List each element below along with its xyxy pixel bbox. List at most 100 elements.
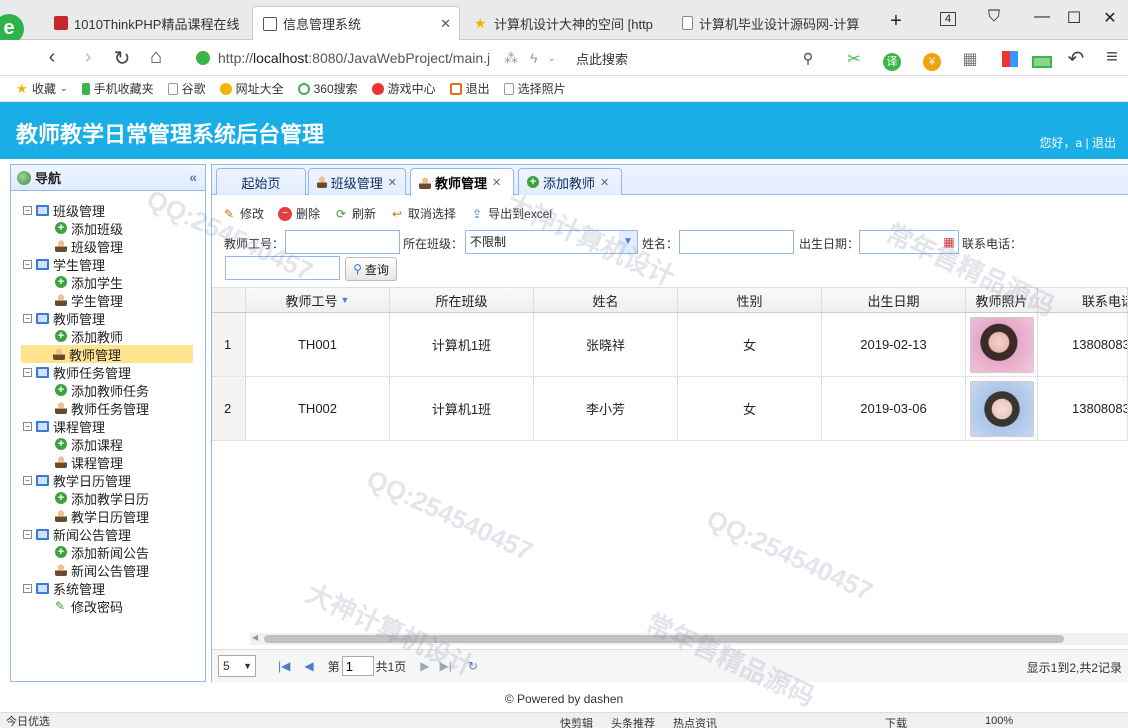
- status-item[interactable]: 下载: [885, 715, 907, 728]
- nav-item[interactable]: + 添加班级: [23, 219, 205, 237]
- home-icon[interactable]: ⌂: [144, 46, 168, 69]
- nav-group[interactable]: − 课程管理: [23, 417, 205, 435]
- teacher-photo[interactable]: [969, 316, 1034, 373]
- tab-home[interactable]: 起始页: [216, 168, 306, 195]
- browser-tab-1[interactable]: 1010ThinkPHP精品课程在线: [44, 6, 250, 40]
- tab-count-badge[interactable]: 4: [940, 12, 956, 26]
- search-placeholder[interactable]: 点此搜索: [576, 49, 628, 68]
- close-tab-icon[interactable]: ✕: [600, 176, 609, 189]
- maximize-icon[interactable]: ☐: [1062, 8, 1086, 28]
- scroll-left-icon[interactable]: ◀: [252, 633, 258, 642]
- zoom-level[interactable]: 100%: [985, 715, 1013, 728]
- close-tab-icon[interactable]: ✕: [440, 16, 451, 32]
- back-icon[interactable]: ‹: [40, 46, 64, 69]
- expand-toggle-icon[interactable]: −: [23, 583, 32, 593]
- close-tab-icon[interactable]: ✕: [388, 176, 397, 189]
- expand-toggle-icon[interactable]: −: [23, 421, 32, 431]
- col-class[interactable]: 所在班级: [390, 288, 534, 312]
- nav-item[interactable]: + 添加教学日历: [23, 489, 205, 507]
- table-row[interactable]: 1 TH001 计算机1班 张晓祥 女 2019-02-13 13808083: [212, 313, 1128, 377]
- apps-icon[interactable]: [998, 50, 1022, 73]
- nav-item[interactable]: + 添加教师: [23, 327, 205, 345]
- image-icon[interactable]: ▦: [958, 49, 982, 69]
- browser-tab-2[interactable]: 信息管理系统 ✕: [252, 6, 460, 40]
- name-input[interactable]: [679, 230, 794, 254]
- browser-tab-4[interactable]: 计算机毕业设计源码网-计算: [672, 6, 862, 40]
- new-tab-button[interactable]: +: [884, 10, 908, 33]
- teacher-photo[interactable]: [969, 380, 1034, 437]
- bookmark-logout[interactable]: 退出: [449, 80, 490, 97]
- bookmark-google[interactable]: 谷歌: [167, 80, 206, 97]
- tab-add-teacher[interactable]: + 添加教师 ✕: [518, 168, 622, 195]
- nav-item[interactable]: 学生管理: [23, 291, 205, 309]
- user-greeting[interactable]: 您好，a | 退出: [1040, 134, 1116, 151]
- nav-group[interactable]: − 学生管理: [23, 255, 205, 273]
- bookmark-sites[interactable]: 网址大全: [219, 80, 284, 97]
- horizontal-scrollbar[interactable]: ◀: [250, 633, 1128, 645]
- bookmark-games[interactable]: 游戏中心: [371, 80, 436, 97]
- nav-group[interactable]: − 教师任务管理: [23, 363, 205, 381]
- export-button[interactable]: ⇪ 导出到excel: [470, 205, 552, 222]
- col-teacher-no[interactable]: 教师工号 ▼: [246, 288, 390, 312]
- bookmark-favorites[interactable]: ★ 收藏 ⌄: [16, 80, 68, 97]
- status-item[interactable]: 头条推荐: [611, 715, 655, 728]
- scissors-icon[interactable]: ✂: [842, 49, 866, 69]
- status-left[interactable]: 今日优选: [6, 713, 50, 728]
- close-window-icon[interactable]: ✕: [1098, 8, 1122, 28]
- status-item[interactable]: 热点资讯: [673, 715, 717, 728]
- forward-icon[interactable]: ›: [76, 46, 100, 69]
- nav-group[interactable]: − 教学日历管理: [23, 471, 205, 489]
- birth-date-input[interactable]: ▦: [859, 230, 959, 254]
- nav-item[interactable]: + 添加课程: [23, 435, 205, 453]
- dropdown-icon[interactable]: ⌄: [548, 53, 556, 64]
- prev-page-icon[interactable]: ◀: [304, 659, 313, 673]
- calendar-icon[interactable]: ▦: [940, 231, 958, 253]
- shirt-icon[interactable]: ⛉: [982, 8, 1006, 26]
- nav-group[interactable]: − 班级管理: [23, 201, 205, 219]
- expand-toggle-icon[interactable]: −: [23, 529, 32, 539]
- battery-icon[interactable]: [1030, 51, 1054, 74]
- page-size-select[interactable]: 5 ▼: [218, 655, 256, 677]
- nav-group[interactable]: − 教师管理: [23, 309, 205, 327]
- edit-button[interactable]: ✎ 修改: [222, 205, 264, 222]
- scroll-thumb[interactable]: [264, 635, 1064, 643]
- nav-item[interactable]: + 添加新闻公告: [23, 543, 205, 561]
- unselect-button[interactable]: ↩ 取消选择: [390, 205, 456, 222]
- close-tab-icon[interactable]: ✕: [492, 176, 501, 189]
- class-select[interactable]: 不限制 ▼: [465, 230, 638, 254]
- next-page-icon[interactable]: ▶: [420, 659, 429, 673]
- delete-button[interactable]: − 删除: [278, 205, 320, 222]
- minimize-icon[interactable]: —: [1030, 8, 1054, 26]
- lightning-icon[interactable]: ϟ: [530, 50, 537, 66]
- reload-icon[interactable]: ↻: [110, 46, 134, 71]
- menu-icon[interactable]: ≡: [1100, 46, 1124, 69]
- last-page-icon[interactable]: ▶|: [440, 659, 452, 673]
- browser-tab-3[interactable]: ★ 计算机设计大神的空间 [http: [464, 6, 670, 40]
- nav-group[interactable]: − 系统管理: [23, 579, 205, 597]
- nav-group[interactable]: − 新闻公告管理: [23, 525, 205, 543]
- status-item[interactable]: 快剪辑: [560, 715, 593, 728]
- tab-class-management[interactable]: 班级管理 ✕: [308, 168, 406, 195]
- bookmark-360[interactable]: 360搜索: [297, 80, 358, 97]
- url-field[interactable]: http://localhost:8080/JavaWebProject/mai…: [196, 45, 816, 71]
- nav-item[interactable]: + 添加教师任务: [23, 381, 205, 399]
- bookmark-mobile[interactable]: 手机收藏夹: [81, 80, 154, 97]
- query-button[interactable]: ⚲ 查询: [345, 257, 397, 281]
- expand-toggle-icon[interactable]: −: [23, 475, 32, 485]
- grid-icon[interactable]: ⁂: [504, 50, 518, 67]
- col-phone[interactable]: 联系电话: [1038, 288, 1128, 312]
- nav-item[interactable]: 教师管理: [21, 345, 193, 363]
- tab-teacher-management[interactable]: 教师管理 ✕: [410, 168, 514, 196]
- expand-toggle-icon[interactable]: −: [23, 313, 32, 323]
- first-page-icon[interactable]: |◀: [278, 659, 290, 673]
- bookmark-photo[interactable]: 选择照片: [503, 80, 566, 97]
- search-icon[interactable]: ⚲: [796, 50, 820, 67]
- page-number-input[interactable]: [341, 656, 374, 676]
- col-photo[interactable]: 教师照片: [966, 288, 1038, 312]
- nav-item[interactable]: + 添加学生: [23, 273, 205, 291]
- phone-input[interactable]: [225, 256, 340, 280]
- expand-toggle-icon[interactable]: −: [23, 259, 32, 269]
- nav-item[interactable]: 新闻公告管理: [23, 561, 205, 579]
- reload-page-icon[interactable]: ↻: [468, 659, 478, 673]
- nav-item[interactable]: ✎ 修改密码: [23, 597, 205, 615]
